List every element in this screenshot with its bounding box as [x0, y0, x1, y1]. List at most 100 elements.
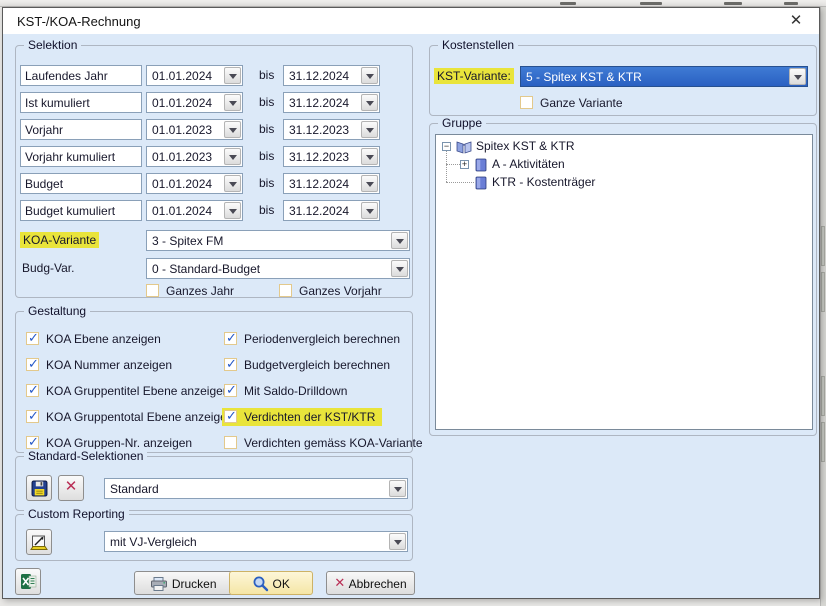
checkbox-row: Verdichten gemäss KOA-Variante [224, 435, 409, 451]
chevron-down-icon[interactable] [224, 121, 241, 138]
chevron-down-icon[interactable] [389, 533, 406, 550]
ganze-variante-row: Ganze Variante [520, 95, 650, 111]
gestaltung-group-label: Gestaltung [24, 304, 90, 318]
checkbox-row: KOA Ebene anzeigen [26, 331, 221, 347]
chevron-down-icon[interactable] [391, 260, 408, 277]
title-bar: KST-/KOA-Rechnung ✕ [3, 8, 819, 34]
periodenvergleich-checkbox[interactable] [224, 332, 237, 345]
koa-gruppentotal-checkbox[interactable] [26, 410, 39, 423]
open-book-icon [456, 140, 472, 154]
floppy-disk-icon [31, 480, 48, 497]
kst-variante-combo[interactable]: 5 - Spitex KST & KTR [520, 66, 808, 87]
gruppe-group-label: Gruppe [438, 116, 486, 130]
chevron-down-icon[interactable] [391, 232, 408, 249]
dialog-title: KST-/KOA-Rechnung [17, 14, 141, 29]
standard-selektionen-group: Standard-Selektionen ✕ Standard [15, 456, 413, 511]
gruppe-group: Gruppe − Spitex KST & KTR + [429, 123, 817, 436]
tree-item-root[interactable]: − Spitex KST & KTR [436, 139, 806, 155]
row-name-input[interactable] [20, 119, 142, 140]
close-icon[interactable]: ✕ [785, 11, 807, 31]
chevron-down-icon[interactable] [224, 148, 241, 165]
abbrechen-button[interactable]: ✕ Abbrechen [326, 571, 415, 595]
magnifier-icon [252, 575, 269, 592]
gruppe-tree[interactable]: − Spitex KST & KTR + A - Aktivitäten [435, 134, 813, 430]
date-to-combo[interactable]: 31.12.2023 [283, 119, 380, 140]
bis-label: bis [259, 149, 274, 163]
row-name-input[interactable] [20, 173, 142, 194]
koa-variante-combo[interactable]: 3 - Spitex FM [146, 230, 410, 251]
bis-label: bis [259, 68, 274, 82]
date-to-combo[interactable]: 31.12.2023 [283, 146, 380, 167]
chevron-down-icon[interactable] [224, 175, 241, 192]
saldo-drilldown-checkbox[interactable] [224, 384, 237, 397]
delete-selection-button[interactable]: ✕ [58, 475, 84, 501]
date-from-combo[interactable]: 01.01.2024 [146, 65, 243, 86]
budg-var-label: Budg-Var. [22, 261, 74, 275]
checkbox-row: Periodenvergleich berechnen [224, 331, 409, 347]
custom-reporting-combo[interactable]: mit VJ-Vergleich [104, 531, 408, 552]
date-to-combo[interactable]: 31.12.2024 [283, 65, 380, 86]
koa-variante-label: KOA-Variante [20, 232, 99, 248]
bis-label: bis [259, 203, 274, 217]
export-excel-button[interactable] [15, 568, 41, 595]
standard-selektion-combo[interactable]: Standard [104, 478, 408, 499]
chevron-down-icon[interactable] [789, 68, 806, 85]
chevron-down-icon[interactable] [224, 94, 241, 111]
background-app-top [0, 0, 826, 7]
chevron-down-icon[interactable] [361, 121, 378, 138]
row-name-input[interactable] [20, 92, 142, 113]
ganzes-jahr-checkbox[interactable] [146, 284, 159, 297]
ganzes-jahr-row: Ganzes Jahr [146, 283, 266, 299]
ok-button[interactable]: OK [229, 571, 313, 595]
row-name-input[interactable] [20, 65, 142, 86]
date-from-combo[interactable]: 01.01.2024 [146, 173, 243, 194]
chevron-down-icon[interactable] [361, 148, 378, 165]
cube-icon [475, 176, 487, 190]
drucken-button[interactable]: Drucken [134, 571, 233, 595]
bis-label: bis [259, 95, 274, 109]
kst-koa-rechnung-dialog: KST-/KOA-Rechnung ✕ Selektion 01.01.2024… [2, 7, 820, 599]
date-to-combo[interactable]: 31.12.2024 [283, 92, 380, 113]
row-name-input[interactable] [20, 146, 142, 167]
koa-nummer-checkbox[interactable] [26, 358, 39, 371]
budg-var-combo[interactable]: 0 - Standard-Budget [146, 258, 410, 279]
chevron-down-icon[interactable] [389, 480, 406, 497]
background-button [821, 226, 825, 266]
date-from-combo[interactable]: 01.01.2024 [146, 92, 243, 113]
chevron-down-icon[interactable] [224, 202, 241, 219]
custom-report-button[interactable] [26, 529, 52, 555]
chevron-down-icon[interactable] [361, 202, 378, 219]
verdichten-gemaess-koa-checkbox[interactable] [224, 436, 237, 449]
ganzes-vorjahr-checkbox[interactable] [279, 284, 292, 297]
background-button [821, 272, 825, 312]
cancel-x-icon: ✕ [334, 575, 345, 590]
ganze-variante-checkbox[interactable] [520, 96, 533, 109]
save-selection-button[interactable] [26, 475, 52, 501]
chevron-down-icon[interactable] [361, 67, 378, 84]
row-name-input[interactable] [20, 200, 142, 221]
koa-gruppentitel-checkbox[interactable] [26, 384, 39, 397]
verdichten-kst-ktr-checkbox[interactable] [224, 410, 237, 423]
chevron-down-icon[interactable] [361, 94, 378, 111]
tree-item-aktivitaeten[interactable]: + A - Aktivitäten [436, 157, 806, 173]
checkbox-row: KOA Gruppentotal Ebene anzeigen [26, 409, 221, 425]
koa-ebene-checkbox[interactable] [26, 332, 39, 345]
tree-item-kostentraeger[interactable]: KTR - Kostenträger [436, 175, 806, 191]
date-from-combo[interactable]: 01.01.2023 [146, 146, 243, 167]
chevron-down-icon[interactable] [361, 175, 378, 192]
custom-reporting-label: Custom Reporting [24, 507, 129, 521]
selektion-group: Selektion 01.01.2024 bis 31.12.2024 01.0… [15, 45, 413, 298]
expand-icon[interactable]: + [460, 160, 469, 169]
collapse-icon[interactable]: − [442, 142, 451, 151]
koa-gruppen-nr-checkbox[interactable] [26, 436, 39, 449]
date-from-combo[interactable]: 01.01.2024 [146, 200, 243, 221]
checkbox-row: KOA Nummer anzeigen [26, 357, 221, 373]
chevron-down-icon[interactable] [224, 67, 241, 84]
budgetvergleich-checkbox[interactable] [224, 358, 237, 371]
date-from-combo[interactable]: 01.01.2023 [146, 119, 243, 140]
date-to-combo[interactable]: 31.12.2024 [283, 173, 380, 194]
background-button [821, 422, 825, 462]
ok-label: OK [273, 577, 290, 591]
date-to-combo[interactable]: 31.12.2024 [283, 200, 380, 221]
kostenstellen-group-label: Kostenstellen [438, 38, 518, 52]
